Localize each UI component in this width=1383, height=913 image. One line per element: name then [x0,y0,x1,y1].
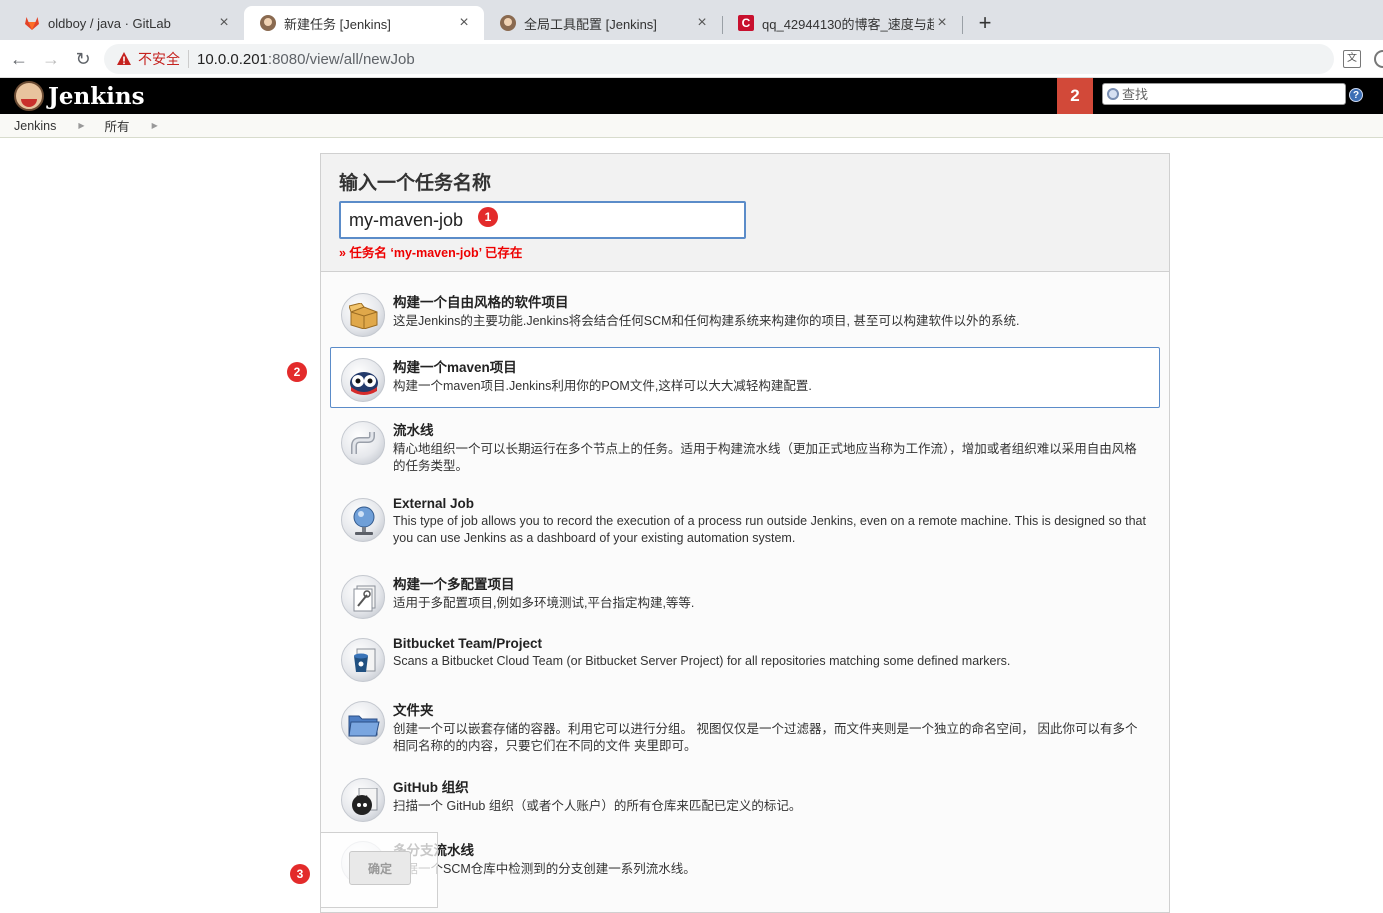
annotation-marker-1: 1 [478,207,498,227]
job-type-desc: Scans a Bitbucket Cloud Team (or Bitbuck… [393,654,1011,668]
jenkins-title: Jenkins [48,82,145,110]
jenkins-icon [500,15,516,31]
job-type-name: 文件夹 [393,703,434,718]
job-type-github-org[interactable]: GitHub 组织 扫描一个 GitHub 组织（或者个人账户）的所有仓库来匹配… [330,767,1160,824]
job-type-desc: 精心地组织一个可以长期运行在多个节点上的任务。适用于构建流水线（更加正式地应当称… [393,442,1137,473]
tab-title: 全局工具配置 [Jenkins] [524,16,657,32]
search-input[interactable] [1122,86,1332,102]
tab-gitlab[interactable]: oldboy / java · GitLab × [8,6,244,40]
job-type-name: 构建一个自由风格的软件项目 [393,295,569,310]
job-type-desc: 构建一个maven项目.Jenkins利用你的POM文件,这样可以大大减轻构建配… [393,379,812,393]
forward-arrow-icon[interactable]: → [40,48,62,70]
warning-triangle-icon [117,52,131,65]
job-type-name: 流水线 [393,423,434,438]
browser-tab-bar: oldboy / java · GitLab × 新建任务 [Jenkins] … [0,0,1383,40]
tab-title: qq_42944130的博客_速度与超越 [762,16,934,32]
pipeline-icon [341,421,385,465]
jenkins-logo[interactable]: Jenkins [14,81,145,111]
job-type-name: 多分支流水线 [393,839,1149,859]
breadcrumb-arrow-icon[interactable]: ▶ [78,121,84,130]
breadcrumb-jenkins[interactable]: Jenkins [14,119,56,133]
new-job-panel: 输入一个任务名称 » 任务名 ‘my-maven-job’ 已存在 构建一个自由… [320,153,1170,913]
job-type-desc: 创建一个可以嵌套存储的容器。利用它可以进行分组。 视图仅仅是一个过滤器，而文件夹… [393,722,1138,753]
not-secure-label[interactable]: 不安全 [138,49,180,69]
close-tab-icon[interactable]: × [934,15,950,31]
job-type-name: 构建一个多配置项目 [393,577,515,592]
csdn-icon: C [738,15,754,31]
tab-title: 新建任务 [Jenkins] [284,16,391,32]
url-path: :8080/view/all/newJob [267,50,415,68]
job-type-multibranch[interactable]: 多分支流水线 根据一个SCM仓库中检测到的分支创建一系列流水线。 [330,830,1160,887]
job-type-desc: 根据一个SCM仓库中检测到的分支创建一系列流水线。 [393,862,696,876]
help-icon[interactable]: ? [1349,88,1363,102]
bitbucket-icon [341,638,385,682]
reload-icon[interactable]: ↻ [72,48,94,70]
back-arrow-icon[interactable]: ← [8,48,30,70]
freestyle-box-icon [341,293,385,337]
job-type-desc: 扫描一个 GitHub 组织（或者个人账户）的所有仓库来匹配已定义的标记。 [393,799,802,813]
breadcrumb-all[interactable]: 所有 [105,116,130,135]
translate-icon[interactable]: 文 [1343,50,1361,68]
job-name-heading: 输入一个任务名称 [339,173,492,194]
github-icon [341,778,385,822]
jenkins-butler-icon [14,81,44,111]
url-host: 10.0.0.201 [197,50,268,68]
job-type-desc: This type of job allows you to record th… [393,514,1146,545]
close-tab-icon[interactable]: × [456,15,472,31]
job-name-error: » 任务名 ‘my-maven-job’ 已存在 [339,246,523,260]
jenkins-icon [260,15,276,31]
job-name-section: 输入一个任务名称 » 任务名 ‘my-maven-job’ 已存在 [321,154,1169,272]
job-type-external[interactable]: External Job This type of job allows you… [330,487,1160,556]
omnibox-divider [188,50,189,68]
job-type-pipeline[interactable]: 流水线 精心地组织一个可以长期运行在多个节点上的任务。适用于构建流水线（更加正式… [330,410,1160,484]
close-tab-icon[interactable]: × [216,15,232,31]
search-icon [1107,88,1119,100]
tab-separator [962,16,963,34]
build-queue-badge[interactable]: 2 [1057,78,1093,114]
job-type-name: GitHub 组织 [393,780,469,795]
gitlab-icon [25,17,39,30]
job-type-name: External Job [393,496,475,511]
job-name-input[interactable] [339,201,746,239]
maven-owl-icon [341,358,385,402]
jenkins-header: Jenkins 2 ? [0,78,1383,114]
close-tab-icon[interactable]: × [694,15,710,31]
ok-button[interactable]: 确定 [349,851,411,885]
monitor-icon [341,498,385,542]
job-type-multiconfig[interactable]: 构建一个多配置项目 适用于多配置项目,例如多环境测试,平台指定构建,等等. [330,564,1160,621]
job-type-desc: 这是Jenkins的主要功能.Jenkins将会结合任何SCM和任何构建系统来构… [393,314,1020,328]
multiconfig-icon [341,575,385,619]
job-type-desc: 适用于多配置项目,例如多环境测试,平台指定构建,等等. [393,596,695,610]
ok-button-bar: 确定 [320,832,438,908]
job-type-bitbucket[interactable]: Bitbucket Team/Project Scans a Bitbucket… [330,627,1160,682]
job-type-maven[interactable]: 构建一个maven项目 构建一个maven项目.Jenkins利用你的POM文件… [330,347,1160,408]
profile-icon[interactable] [1374,50,1383,68]
breadcrumb-arrow-icon[interactable]: ▶ [152,121,158,130]
new-tab-button[interactable]: + [972,10,998,36]
folder-icon [341,701,385,745]
address-bar: ← → ↻ 不安全 10.0.0.201:8080/view/all/newJo… [0,40,1383,78]
url-omnibox[interactable]: 不安全 10.0.0.201:8080/view/all/newJob [104,44,1334,74]
job-type-name: 构建一个maven项目 [393,360,517,375]
job-type-folder[interactable]: 文件夹 创建一个可以嵌套存储的容器。利用它可以进行分组。 视图仅仅是一个过滤器，… [330,690,1160,764]
tab-global-tools[interactable]: 全局工具配置 [Jenkins] × [484,6,722,40]
annotation-marker-2: 2 [287,362,307,382]
annotation-marker-3: 3 [290,864,310,884]
tab-new-job[interactable]: 新建任务 [Jenkins] × [244,6,484,40]
tab-csdn-blog[interactable]: C qq_42944130的博客_速度与超越 × [722,6,962,40]
job-type-freestyle[interactable]: 构建一个自由风格的软件项目 这是Jenkins的主要功能.Jenkins将会结合… [330,282,1160,339]
job-type-name: Bitbucket Team/Project [393,636,543,651]
breadcrumb: Jenkins ▶ 所有 ▶ [0,114,1383,138]
tab-title: oldboy / java · GitLab [48,15,171,31]
search-box[interactable] [1102,83,1346,105]
